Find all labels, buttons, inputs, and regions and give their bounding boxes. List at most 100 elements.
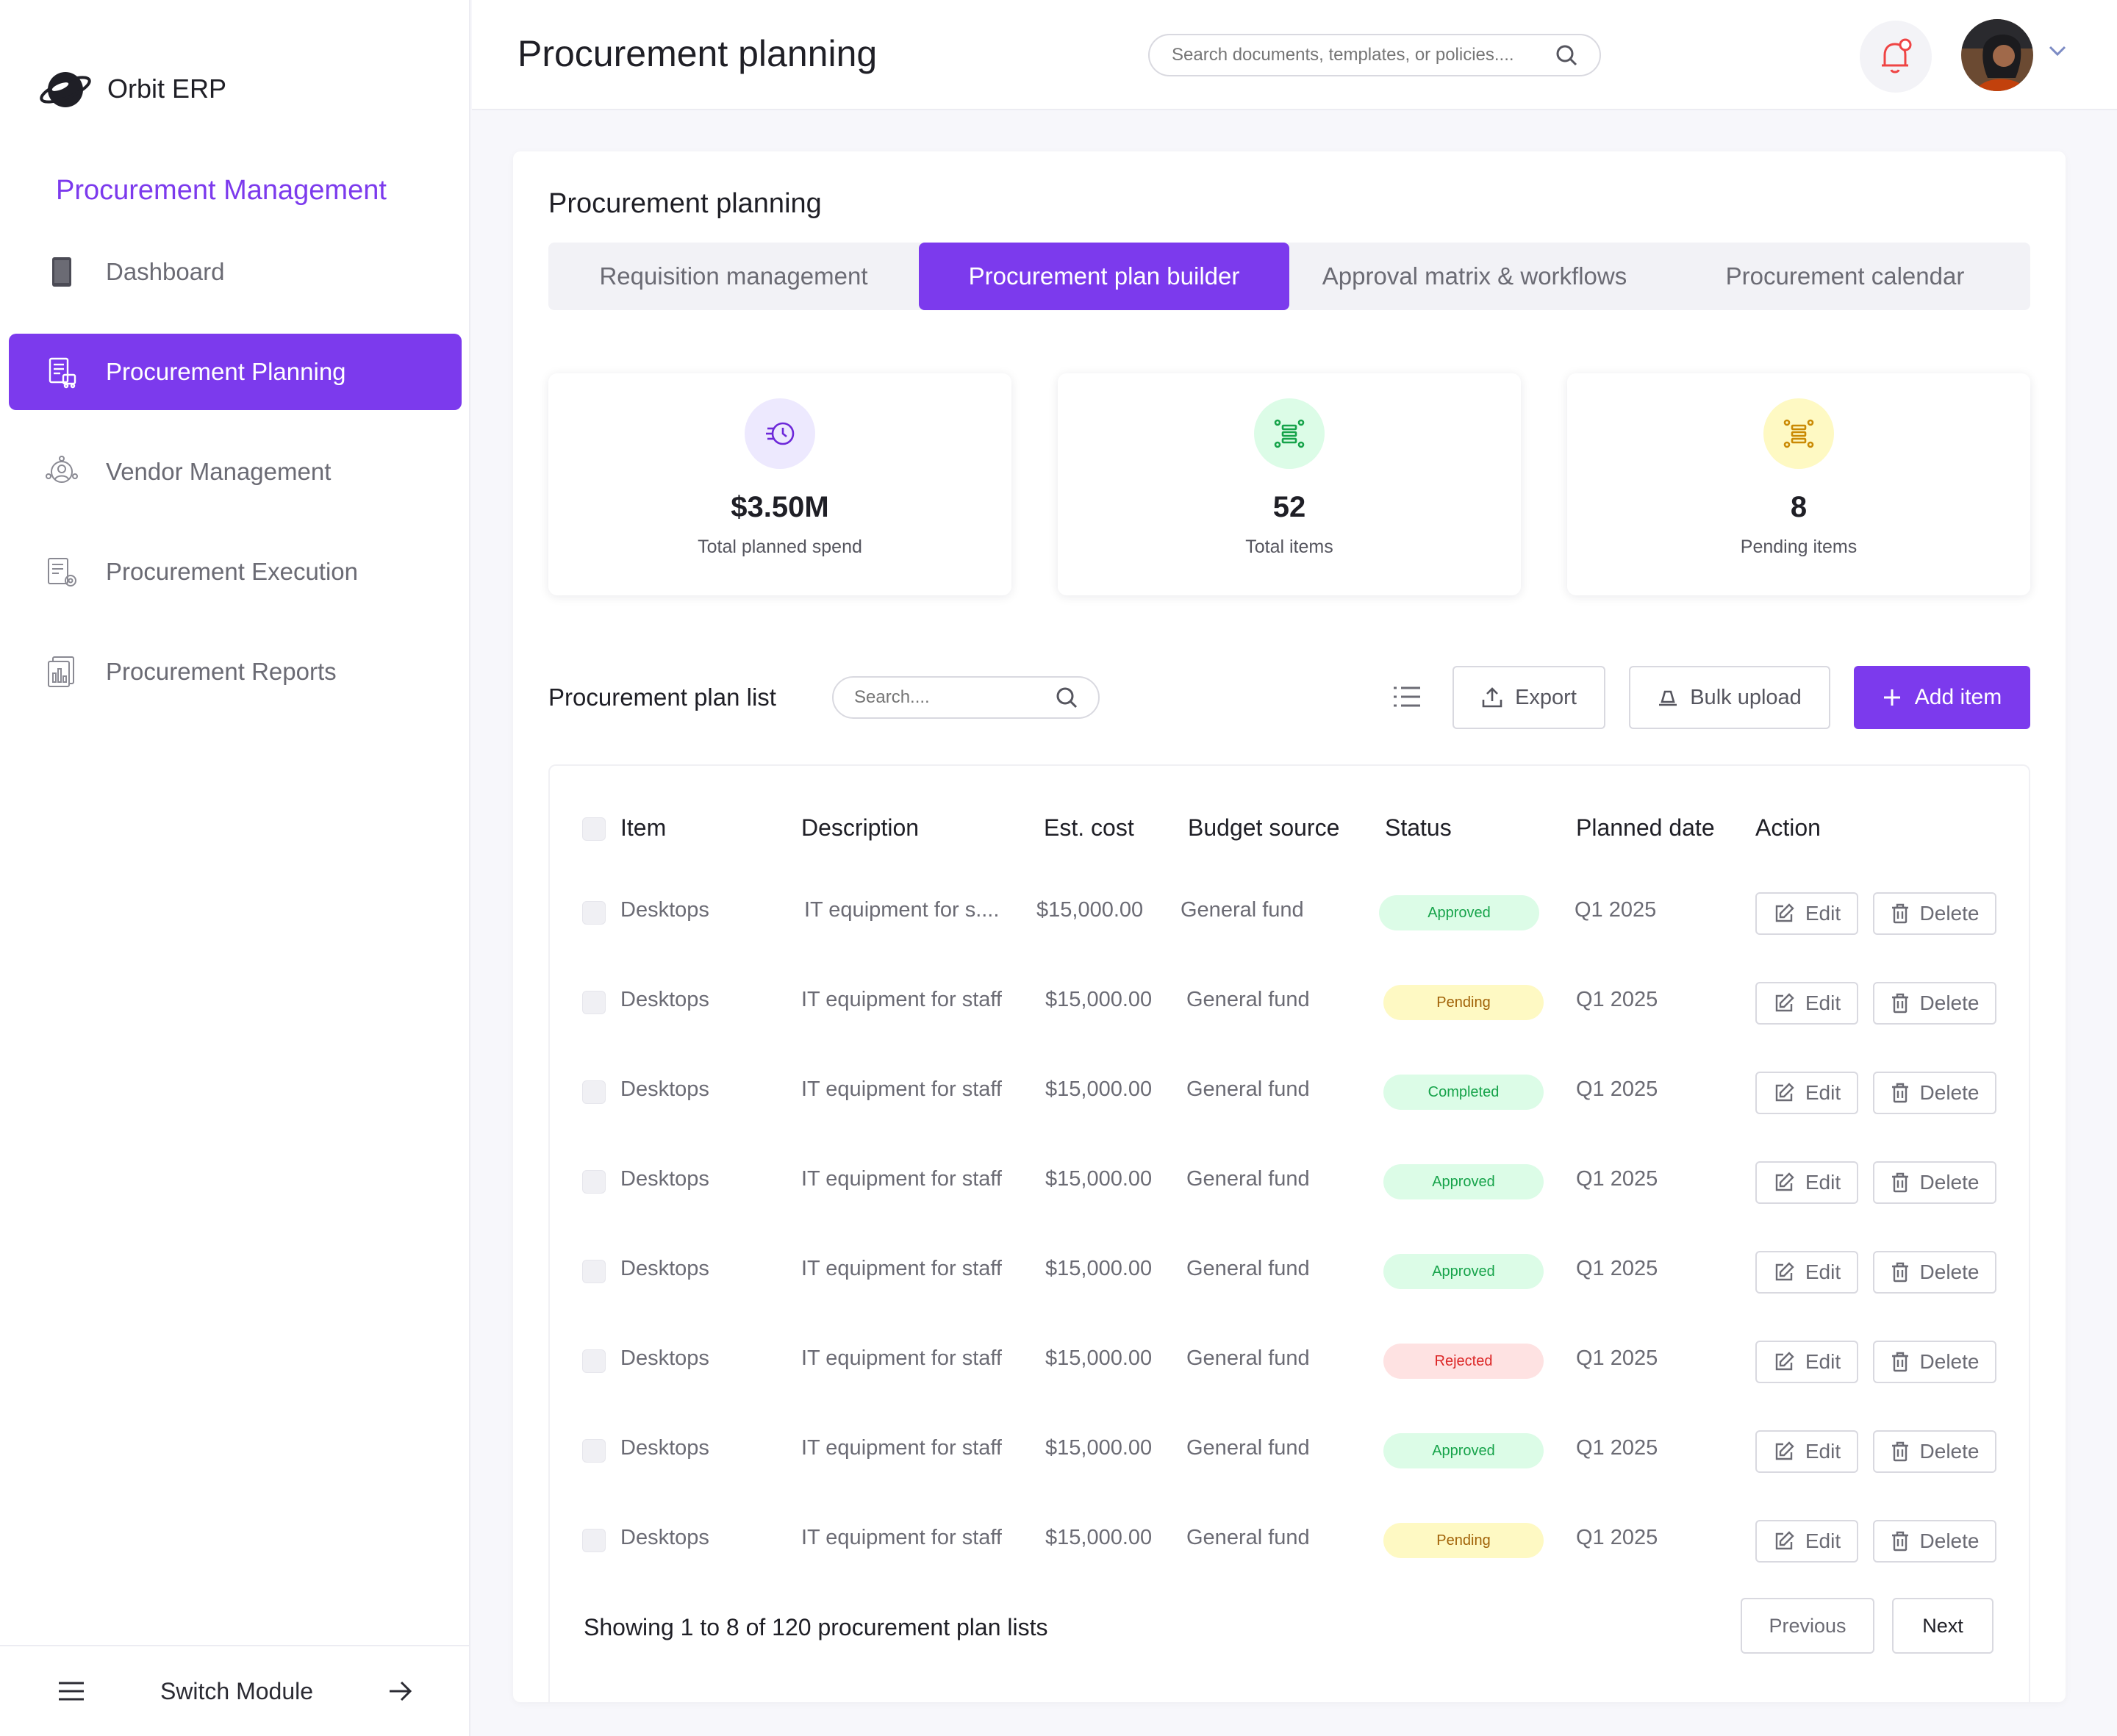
chevron-down-icon[interactable]: [2048, 44, 2067, 57]
export-button[interactable]: Export: [1452, 666, 1605, 729]
edit-button[interactable]: Edit: [1755, 1520, 1858, 1563]
global-search-input[interactable]: [1172, 45, 1539, 65]
column-header-date[interactable]: Planned date: [1576, 814, 1715, 842]
section-title: Procurement planning: [548, 188, 822, 219]
column-header-status[interactable]: Status: [1385, 814, 1452, 842]
cell-item: Desktops: [620, 988, 709, 1011]
select-all-checkbox[interactable]: [582, 817, 606, 841]
list-search-input[interactable]: [854, 687, 1045, 708]
brand[interactable]: Orbit ERP: [38, 62, 226, 116]
search-icon[interactable]: [1555, 44, 1577, 66]
cell-budget-source: General fund: [1186, 1167, 1310, 1191]
cell-budget-source: General fund: [1186, 1436, 1310, 1460]
row-checkbox[interactable]: [582, 1439, 606, 1463]
cell-budget-source: General fund: [1186, 988, 1310, 1011]
tab-approval-matrix-workflows[interactable]: Approval matrix & workflows: [1289, 243, 1660, 310]
cell-description: IT equipment for staff: [801, 1257, 1002, 1280]
cell-item: Desktops: [620, 1167, 709, 1191]
cell-budget-source: General fund: [1186, 1077, 1310, 1101]
tab-bar: Requisition management Procurement plan …: [548, 243, 2030, 310]
edit-icon: [1775, 1352, 1794, 1371]
stat-value: $3.50M: [731, 491, 829, 523]
delete-button[interactable]: Delete: [1873, 892, 1996, 935]
stat-label: Total items: [1245, 537, 1333, 557]
add-item-button[interactable]: Add item: [1854, 666, 2030, 729]
user-avatar[interactable]: [1961, 19, 2033, 91]
column-header-cost[interactable]: Est. cost: [1044, 814, 1134, 842]
cell-planned-date: Q1 2025: [1576, 1526, 1658, 1549]
switch-module-bar[interactable]: Switch Module: [0, 1645, 470, 1736]
previous-page-button[interactable]: Previous: [1741, 1598, 1874, 1654]
row-checkbox[interactable]: [582, 901, 606, 925]
cell-planned-date: Q1 2025: [1576, 1257, 1658, 1280]
edit-button[interactable]: Edit: [1755, 1341, 1858, 1383]
list-search[interactable]: [832, 676, 1100, 719]
delete-button[interactable]: Delete: [1873, 1072, 1996, 1114]
row-checkbox[interactable]: [582, 991, 606, 1014]
sidebar-item-procurement-planning[interactable]: Procurement Planning: [9, 334, 462, 410]
tab-requisition-management[interactable]: Requisition management: [548, 243, 919, 310]
notifications-button[interactable]: [1860, 21, 1932, 93]
trash-icon: [1891, 1441, 1908, 1462]
table-header: Item Description Est. cost Budget source…: [550, 801, 2029, 853]
column-header-item[interactable]: Item: [620, 814, 666, 842]
edit-button[interactable]: Edit: [1755, 1251, 1858, 1294]
sidebar-item-dashboard[interactable]: Dashboard: [9, 234, 462, 310]
edit-label: Edit: [1805, 1081, 1841, 1104]
sidebar-item-vendor-management[interactable]: Vendor Management: [9, 434, 462, 510]
global-search[interactable]: [1148, 34, 1601, 76]
edit-icon: [1775, 1172, 1794, 1191]
tab-procurement-plan-builder[interactable]: Procurement plan builder: [919, 243, 1289, 310]
delete-button[interactable]: Delete: [1873, 1161, 1996, 1204]
switch-module-label[interactable]: Switch Module: [160, 1678, 313, 1705]
stat-card-total-items: 52 Total items: [1058, 373, 1521, 595]
cell-planned-date: Q1 2025: [1576, 988, 1658, 1011]
edit-label: Edit: [1805, 902, 1841, 925]
delete-button[interactable]: Delete: [1873, 982, 1996, 1025]
sidebar-item-label: Procurement Execution: [106, 558, 359, 585]
planning-icon: [49, 357, 76, 389]
procurement-plan-table: Item Description Est. cost Budget source…: [548, 764, 2030, 1702]
cell-budget-source: General fund: [1181, 898, 1304, 922]
sidebar-item-procurement-reports[interactable]: Procurement Reports: [9, 634, 462, 710]
edit-icon: [1775, 903, 1794, 922]
status-badge: Rejected: [1383, 1344, 1544, 1379]
edit-button[interactable]: Edit: [1755, 982, 1858, 1025]
column-header-budget[interactable]: Budget source: [1188, 814, 1339, 842]
delete-button[interactable]: Delete: [1873, 1341, 1996, 1383]
row-checkbox[interactable]: [582, 1080, 606, 1104]
sidebar-item-label: Vendor Management: [106, 458, 332, 485]
search-icon[interactable]: [1056, 686, 1078, 709]
bulk-upload-button[interactable]: Bulk upload: [1629, 666, 1830, 729]
row-checkbox[interactable]: [582, 1260, 606, 1283]
sidebar-item-procurement-execution[interactable]: Procurement Execution: [9, 534, 462, 610]
edit-label: Edit: [1805, 1350, 1841, 1373]
table-row: Desktops IT equipment for staff $15,000.00…: [550, 1495, 2029, 1585]
cell-item: Desktops: [620, 1436, 709, 1460]
arrow-right-icon[interactable]: [388, 1680, 413, 1702]
edit-label: Edit: [1805, 1529, 1841, 1552]
row-checkbox[interactable]: [582, 1170, 606, 1194]
cell-description: IT equipment for staff: [801, 1167, 1002, 1191]
cell-planned-date: Q1 2025: [1576, 1167, 1658, 1191]
status-badge: Approved: [1383, 1433, 1544, 1468]
delete-button[interactable]: Delete: [1873, 1520, 1996, 1563]
edit-button[interactable]: Edit: [1755, 1072, 1858, 1114]
delete-button[interactable]: Delete: [1873, 1430, 1996, 1473]
table-row: Desktops IT equipment for s.... $15,000.00…: [550, 867, 2029, 957]
row-checkbox[interactable]: [582, 1349, 606, 1373]
delete-button[interactable]: Delete: [1873, 1251, 1996, 1294]
edit-button[interactable]: Edit: [1755, 1430, 1858, 1473]
edit-label: Edit: [1805, 991, 1841, 1014]
column-header-description[interactable]: Description: [801, 814, 919, 842]
tab-procurement-calendar[interactable]: Procurement calendar: [1660, 243, 2030, 310]
edit-label: Edit: [1805, 1440, 1841, 1463]
edit-button[interactable]: Edit: [1755, 1161, 1858, 1204]
next-page-button[interactable]: Next: [1892, 1598, 1994, 1654]
menu-icon[interactable]: [57, 1681, 85, 1701]
list-view-icon[interactable]: [1394, 685, 1420, 709]
edit-button[interactable]: Edit: [1755, 892, 1858, 935]
trash-icon: [1891, 1083, 1908, 1103]
row-checkbox[interactable]: [582, 1529, 606, 1552]
status-badge: Pending: [1383, 1523, 1544, 1558]
